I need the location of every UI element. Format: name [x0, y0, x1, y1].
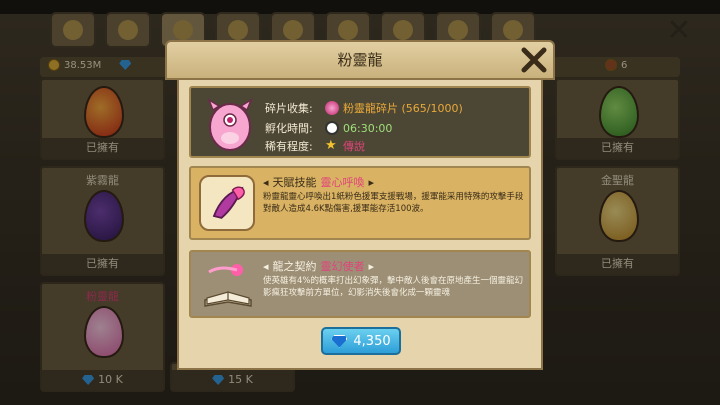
talent-skill-icon	[199, 175, 255, 231]
hatch-time-row: 孵化時間: 06:30:00	[265, 121, 393, 135]
dragon-detail-dialog: 粉靈龍 碎片收集: 粉靈龍碎片 (565/1000) 孵化時間: 06:30:0…	[165, 40, 555, 370]
dialog-close-button[interactable]	[515, 42, 553, 78]
talent-header: ◂ 天賦技能 靈心呼喚 ▸	[263, 175, 375, 190]
dragon-info-panel: 碎片收集: 粉靈龍碎片 (565/1000) 孵化時間: 06:30:00 稀有…	[189, 86, 531, 158]
fragment-icon	[325, 101, 339, 115]
close-icon	[521, 47, 547, 73]
rarity-row: 稀有程度: ★ 傳說	[265, 138, 365, 154]
dialog-body: 碎片收集: 粉靈龍碎片 (565/1000) 孵化時間: 06:30:00 稀有…	[177, 80, 543, 370]
buy-dragon-button[interactable]: 4,350	[321, 327, 401, 355]
fragment-row: 碎片收集: 粉靈龍碎片 (565/1000)	[265, 101, 463, 115]
clock-icon	[325, 121, 339, 135]
dialog-title: 粉靈龍	[165, 40, 555, 80]
contract-header: ◂ 龍之契約 靈幻使者 ▸	[263, 259, 375, 274]
talent-description: 粉靈龍靈心呼喚出1紙粉色援軍支援戰場，援軍能采用特殊的攻擊手段對敵人造成4.6K…	[263, 192, 524, 214]
pink-dragon-portrait	[207, 98, 253, 151]
dragon-contract-panel: ◂ 龍之契約 靈幻使者 ▸ 使英雄有4%的概率打出幻象彈，擊中敵人後會在原地產生…	[189, 250, 531, 318]
contract-description: 使英雄有4%的概率打出幻象彈，擊中敵人後會在原地產生一個靈龍幻影瘋狂攻擊前方單位…	[263, 276, 523, 298]
contract-book-icon	[204, 264, 252, 307]
gem-icon	[331, 334, 348, 348]
star-icon: ★	[325, 138, 337, 153]
talent-skill-panel: ◂ 天賦技能 靈心呼喚 ▸ 粉靈龍靈心呼喚出1紙粉色援軍支援戰場，援軍能采用特殊…	[189, 166, 531, 240]
